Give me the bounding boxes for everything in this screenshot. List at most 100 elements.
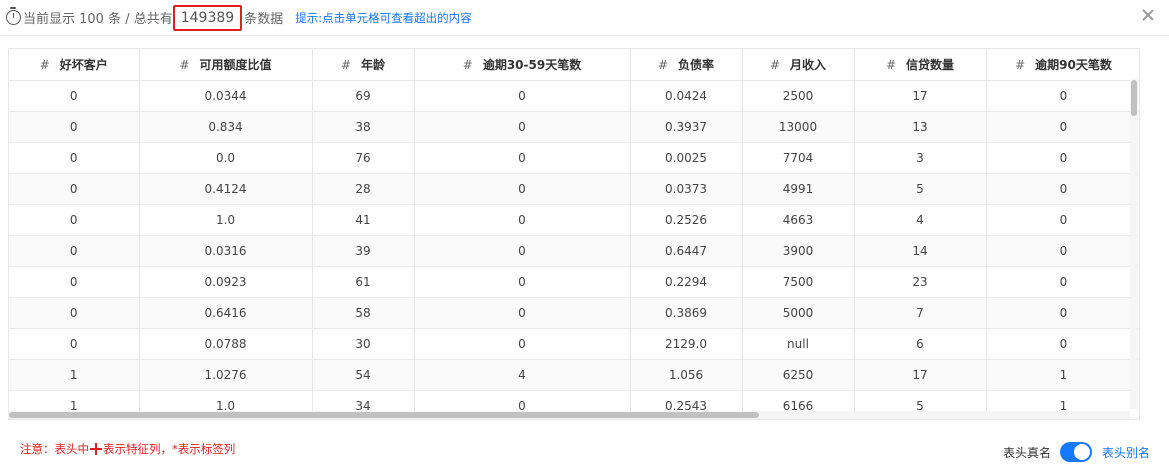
table-cell[interactable]: 6 (854, 328, 987, 360)
table-cell[interactable]: 61 (312, 266, 415, 298)
table-cell[interactable]: 0 (986, 297, 1139, 329)
table-cell[interactable]: 7704 (742, 142, 855, 174)
column-header[interactable]: # 逾期30-59天笔数 (414, 49, 631, 81)
column-header[interactable]: # 好坏客户 (9, 49, 140, 81)
table-cell[interactable]: 0.0424 (630, 80, 743, 112)
table-cell[interactable]: 4991 (742, 173, 855, 205)
table-cell[interactable]: 0 (986, 328, 1139, 360)
table-cell[interactable]: 1 (986, 359, 1139, 391)
table-cell[interactable]: 0.0344 (139, 80, 313, 112)
table-cell[interactable]: 38 (312, 111, 415, 143)
column-header[interactable]: # 月收入 (742, 49, 855, 81)
table-cell[interactable]: 28 (312, 173, 415, 205)
table-cell[interactable]: 2129.0 (630, 328, 743, 360)
table-cell[interactable]: 58 (312, 297, 415, 329)
table-cell[interactable]: 0.0788 (139, 328, 313, 360)
table-cell[interactable]: 13 (854, 111, 987, 143)
table-cell[interactable]: 14 (854, 235, 987, 267)
table-cell[interactable]: 0.3937 (630, 111, 743, 143)
table-cell[interactable]: 0 (986, 80, 1139, 112)
close-icon[interactable] (1141, 8, 1155, 22)
table-cell[interactable]: 0.6416 (139, 297, 313, 329)
table-cell[interactable]: 0.0923 (139, 266, 313, 298)
table-cell[interactable]: 0 (986, 111, 1139, 143)
data-table-container[interactable]: # 好坏客户 # 可用额度比值 # 年龄 # 逾期30-59天笔数 # 负债率 # 月收入 # 信贷数量 #… (8, 48, 1140, 420)
table-cell[interactable]: 0 (9, 235, 140, 267)
table-cell[interactable]: 39 (312, 235, 415, 267)
table-cell[interactable]: 4 (854, 204, 987, 236)
table-cell[interactable]: 0.834 (139, 111, 313, 143)
table-cell[interactable]: 0 (414, 80, 631, 112)
note-suffix: 表示特征列，*表示标签列 (103, 442, 236, 456)
horizontal-scrollbar-thumb[interactable] (9, 412, 759, 418)
table-cell[interactable]: 0.2294 (630, 266, 743, 298)
table-cell[interactable]: 0 (9, 266, 140, 298)
table-cell[interactable]: 0 (9, 142, 140, 174)
table-cell[interactable]: null (742, 328, 855, 360)
table-cell[interactable]: 7 (854, 297, 987, 329)
table-cell[interactable]: 1.0 (139, 204, 313, 236)
table-cell[interactable]: 0 (414, 111, 631, 143)
table-cell[interactable]: 0.4124 (139, 173, 313, 205)
table-cell[interactable]: 0 (9, 173, 140, 205)
table-cell[interactable]: 1.056 (630, 359, 743, 391)
header-alias-switch[interactable] (1060, 442, 1093, 462)
cell-hint: 提示:点击单元格可查看超出的内容 (295, 10, 472, 25)
table-cell[interactable]: 0 (9, 111, 140, 143)
table-cell[interactable]: 76 (312, 142, 415, 174)
column-header-label: 好坏客户 (59, 57, 108, 72)
vertical-scrollbar-thumb[interactable] (1131, 80, 1137, 116)
vertical-scrollbar-track[interactable] (1130, 79, 1138, 409)
table-cell[interactable]: 0 (414, 266, 631, 298)
table-cell[interactable]: 0 (9, 80, 140, 112)
table-cell[interactable]: 0 (986, 142, 1139, 174)
feature-column-icon (90, 443, 102, 455)
switch-right-label[interactable]: 表头别名 (1102, 444, 1150, 461)
table-cell[interactable]: 1.0276 (139, 359, 313, 391)
table-cell[interactable]: 0.0 (139, 142, 313, 174)
table-cell[interactable]: 0.6447 (630, 235, 743, 267)
table-cell[interactable]: 17 (854, 359, 987, 391)
table-cell[interactable]: 2500 (742, 80, 855, 112)
table-cell[interactable]: 30 (312, 328, 415, 360)
table-cell[interactable]: 17 (854, 80, 987, 112)
table-cell[interactable]: 0 (986, 235, 1139, 267)
table-cell[interactable]: 41 (312, 204, 415, 236)
table-cell[interactable]: 0 (414, 328, 631, 360)
column-header[interactable]: # 信贷数量 (854, 49, 987, 81)
table-cell[interactable]: 0 (414, 142, 631, 174)
table-cell[interactable]: 1 (9, 359, 140, 391)
table-cell[interactable]: 54 (312, 359, 415, 391)
table-cell[interactable]: 0 (414, 297, 631, 329)
table-cell[interactable]: 4663 (742, 204, 855, 236)
table-cell[interactable]: 69 (312, 80, 415, 112)
table-cell[interactable]: 5000 (742, 297, 855, 329)
table-cell[interactable]: 0.0025 (630, 142, 743, 174)
table-cell[interactable]: 0 (9, 204, 140, 236)
table-cell[interactable]: 6250 (742, 359, 855, 391)
column-header[interactable]: # 年龄 (312, 49, 415, 81)
table-cell[interactable]: 0.0316 (139, 235, 313, 267)
column-header-label: 逾期90天笔数 (1035, 57, 1112, 72)
table-cell[interactable]: 23 (854, 266, 987, 298)
table-cell[interactable]: 0 (9, 297, 140, 329)
column-header[interactable]: # 可用额度比值 (139, 49, 313, 81)
table-cell[interactable]: 3 (854, 142, 987, 174)
table-cell[interactable]: 0 (414, 173, 631, 205)
table-cell[interactable]: 0 (414, 204, 631, 236)
table-cell[interactable]: 0 (414, 235, 631, 267)
table-cell[interactable]: 0.0373 (630, 173, 743, 205)
table-cell[interactable]: 3900 (742, 235, 855, 267)
table-cell[interactable]: 13000 (742, 111, 855, 143)
table-cell[interactable]: 5 (854, 173, 987, 205)
table-cell[interactable]: 7500 (742, 266, 855, 298)
table-cell[interactable]: 0 (986, 266, 1139, 298)
table-cell[interactable]: 0 (986, 204, 1139, 236)
table-cell[interactable]: 0.3869 (630, 297, 743, 329)
column-header[interactable]: # 负债率 (630, 49, 743, 81)
table-cell[interactable]: 0.2526 (630, 204, 743, 236)
column-header[interactable]: # 逾期90天笔数 (986, 49, 1139, 81)
table-cell[interactable]: 4 (414, 359, 631, 391)
table-cell[interactable]: 0 (986, 173, 1139, 205)
table-cell[interactable]: 0 (9, 328, 140, 360)
